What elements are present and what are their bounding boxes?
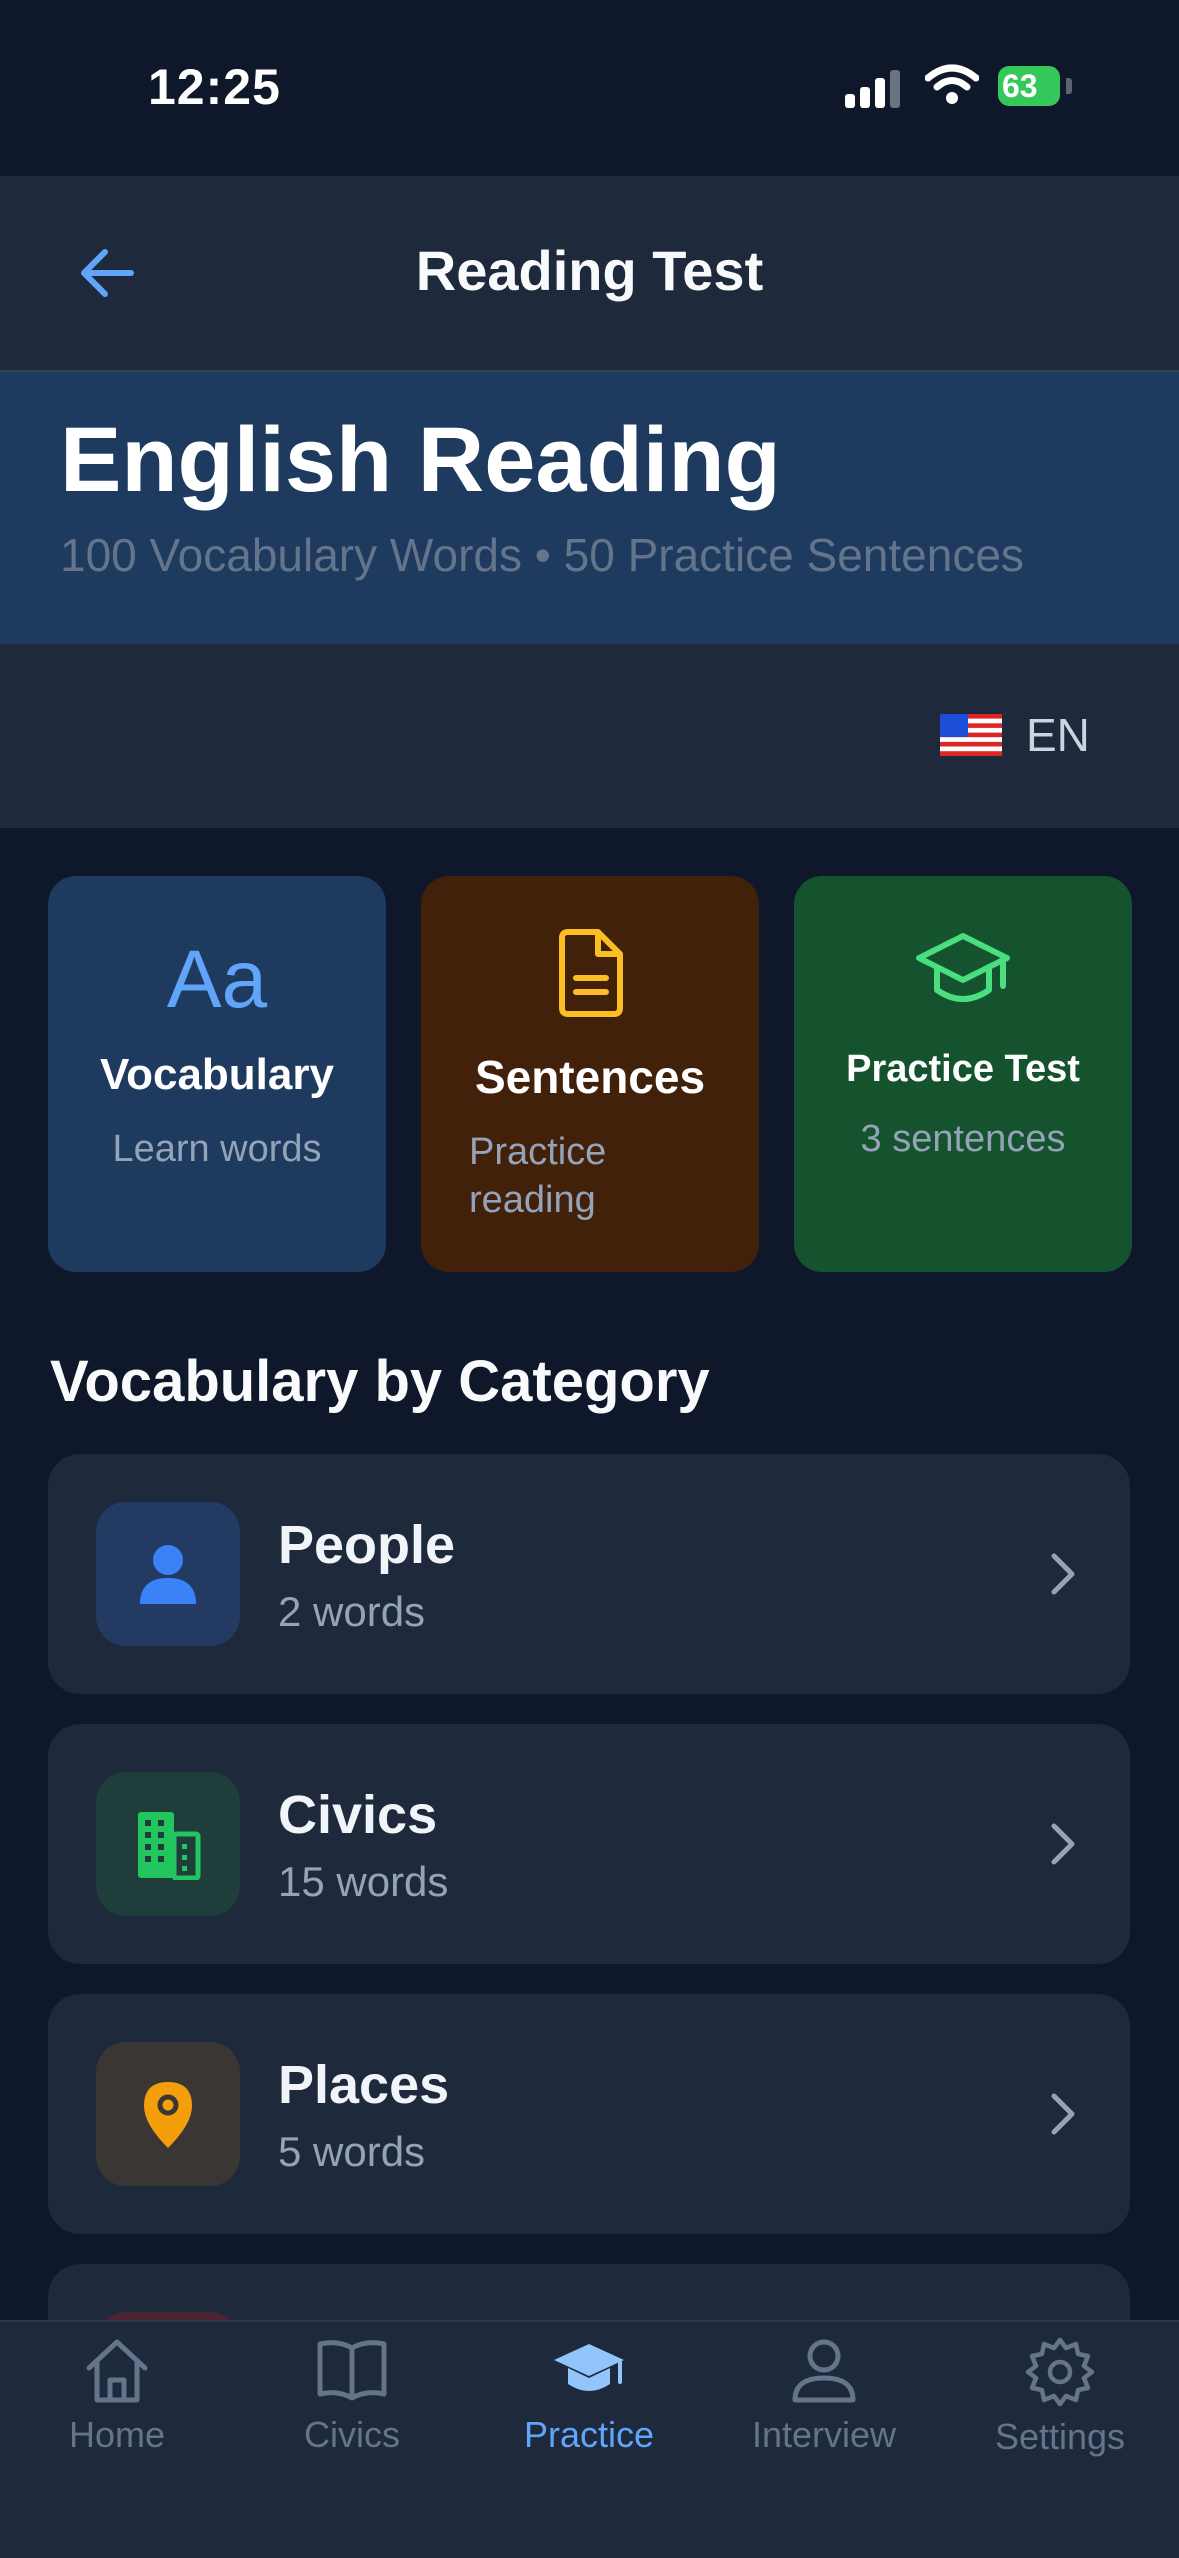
sentences-card-title: Sentences xyxy=(474,1051,706,1103)
building-icon xyxy=(96,1772,240,1916)
sentences-card[interactable]: Sentences Practice reading xyxy=(421,876,759,1272)
category-name: People xyxy=(278,1515,456,1575)
practice-test-card-subtitle: 3 sentences xyxy=(860,1118,1066,1160)
svg-text:Aa: Aa xyxy=(167,934,268,1022)
battery-level: 63 xyxy=(1002,68,1038,104)
status-time: 12:25 xyxy=(148,59,281,115)
us-flag-icon xyxy=(940,714,1002,756)
hero-subtitle: 100 Vocabulary Words • 50 Practice Sente… xyxy=(60,529,1024,581)
chevron-right-icon xyxy=(1051,1553,1075,1595)
category-name: Civics xyxy=(278,1785,438,1845)
section-title: Vocabulary by Category xyxy=(50,1349,710,1414)
category-count: 5 words xyxy=(278,2128,426,2175)
vocabulary-card-title: Vocabulary xyxy=(100,1050,334,1099)
practice-test-card-title: Practice Test xyxy=(846,1048,1080,1090)
language-selector[interactable]: EN xyxy=(940,700,1090,770)
vocabulary-card[interactable]: Aa Vocabulary Learn words xyxy=(48,876,386,1272)
vocabulary-card-subtitle: Learn words xyxy=(112,1128,322,1170)
gear-icon xyxy=(1025,2337,1095,2407)
location-pin-icon xyxy=(96,2042,240,2186)
tab-label: Settings xyxy=(994,2416,1126,2457)
tab-label: Home xyxy=(68,2414,166,2455)
sentences-card-subtitle: Practice reading xyxy=(469,1131,607,1221)
category-name: Places xyxy=(278,2055,450,2115)
graduation-cap-icon xyxy=(554,2344,624,2391)
language-code: EN xyxy=(1026,709,1090,761)
category-count: 2 words xyxy=(278,1588,426,1635)
chevron-right-icon xyxy=(1051,1823,1075,1865)
tab-interview[interactable]: Interview xyxy=(719,2336,929,2476)
tab-label: Civics xyxy=(304,2414,400,2455)
category-count: 15 words xyxy=(278,1858,449,1905)
category-row-civics[interactable]: Civics 15 words xyxy=(48,1724,1130,1964)
wifi-icon xyxy=(925,64,979,104)
tab-label: Practice xyxy=(523,2414,655,2455)
category-row-places[interactable]: Places 5 words xyxy=(48,1994,1130,2234)
tab-home[interactable]: Home xyxy=(12,2336,222,2476)
text-aa-icon: Aa xyxy=(48,932,386,1022)
tab-civics[interactable]: Civics xyxy=(247,2336,457,2476)
category-row-people[interactable]: People 2 words xyxy=(48,1454,1130,1694)
page-title: Reading Test xyxy=(415,239,764,302)
person-icon xyxy=(792,2339,856,2403)
home-icon xyxy=(86,2339,148,2403)
book-icon xyxy=(317,2340,387,2401)
person-icon xyxy=(96,1502,240,1646)
practice-test-card[interactable]: Practice Test 3 sentences xyxy=(794,876,1132,1272)
cellular-signal-icon xyxy=(845,70,900,108)
document-icon xyxy=(421,928,759,1018)
battery-nub xyxy=(1066,78,1072,94)
chevron-right-icon xyxy=(1051,2093,1075,2135)
tab-label: Interview xyxy=(751,2414,897,2455)
hero-title: English Reading xyxy=(60,409,781,511)
tab-settings[interactable]: Settings xyxy=(955,2336,1165,2476)
tab-practice[interactable]: Practice xyxy=(484,2336,694,2476)
graduation-cap-icon xyxy=(794,928,1132,1018)
